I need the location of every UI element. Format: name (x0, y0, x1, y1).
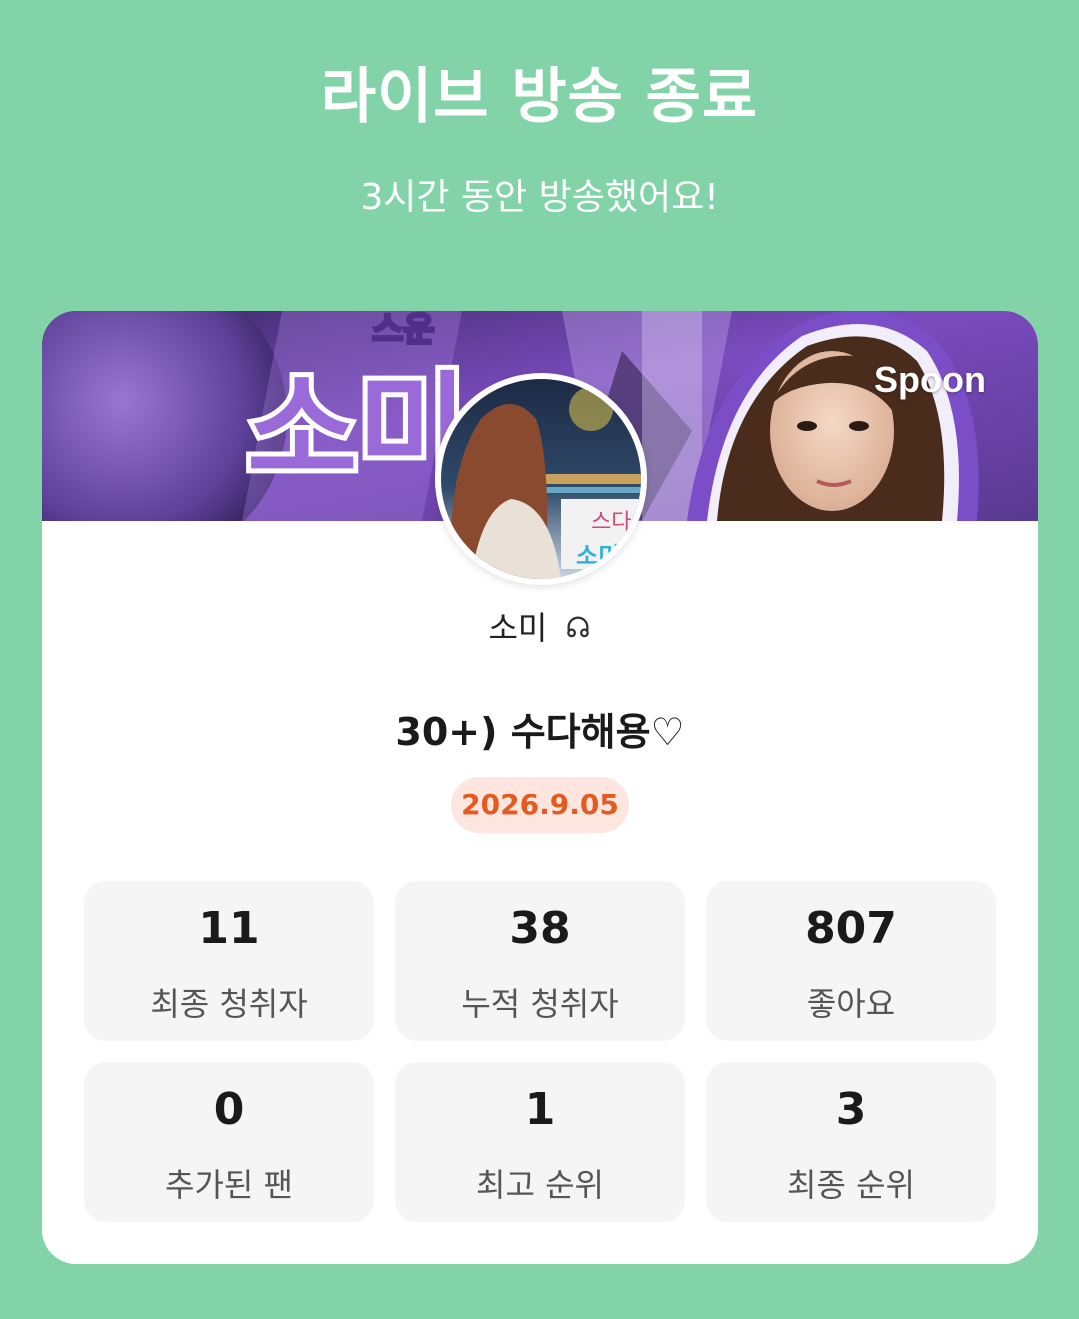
avatar[interactable]: 스다 소미 (435, 373, 647, 585)
stat-best-rank: 1 최고 순위 (395, 1062, 685, 1222)
stat-value: 11 (198, 903, 260, 954)
spoon-logo: Spoon (874, 359, 986, 400)
stat-final-listeners: 11 최종 청취자 (84, 881, 374, 1041)
stat-value: 38 (509, 903, 571, 954)
stat-final-rank: 3 최종 순위 (706, 1062, 996, 1222)
header-subtitle: 3시간 동안 방송했어요! (360, 177, 719, 218)
svg-text:스다: 스다 (591, 510, 631, 535)
stat-value: 3 (835, 1084, 867, 1135)
stat-label: 추가된 팬 (165, 1166, 293, 1204)
host-nickname[interactable]: 소미 (42, 603, 1038, 649)
live-title: 30+) 수다해용♡ (395, 710, 685, 754)
avatar-image: 스다 소미 (441, 379, 641, 579)
stat-label: 좋아요 (806, 985, 896, 1023)
stat-total-listeners: 38 누적 청취자 (395, 881, 685, 1041)
stat-label: 최종 청취자 (150, 985, 308, 1023)
stat-value: 807 (805, 903, 897, 954)
stat-value: 1 (524, 1084, 556, 1135)
host-nickname-label: 소미 (488, 609, 548, 647)
svg-text:소미: 소미 (576, 542, 620, 570)
broadcast-summary-card: 스운 소미 Spoon 스다 소미 소미 30+) 수다해용♡ 2026.9.0… (42, 311, 1038, 1264)
stat-label: 최고 순위 (476, 1166, 604, 1204)
header-title: 라이브 방송 종료 (320, 62, 759, 132)
stat-value: 0 (213, 1084, 245, 1135)
stat-label: 누적 청취자 (461, 985, 619, 1023)
stat-likes: 807 좋아요 (706, 881, 996, 1041)
stat-label: 최종 순위 (787, 1166, 915, 1204)
svg-text:스운: 스운 (372, 311, 435, 350)
stat-new-fans: 0 추가된 팬 (84, 1062, 374, 1222)
headphones-icon (564, 611, 592, 649)
date-badge: 2026.9.05 (451, 777, 629, 833)
